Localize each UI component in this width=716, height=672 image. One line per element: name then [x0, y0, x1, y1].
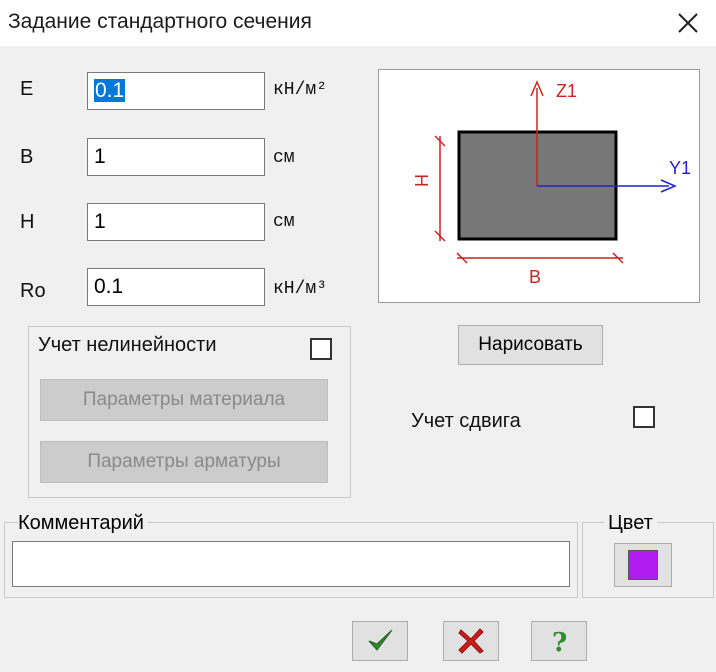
- b-input[interactable]: 1: [87, 138, 265, 176]
- checkmark-icon: [368, 629, 393, 651]
- comment-label: Комментарий: [18, 512, 148, 535]
- h-label: H: [20, 211, 35, 233]
- y-axis-label: Y1: [669, 158, 691, 178]
- reinforcement-parameters-button[interactable]: Параметры арматуры: [40, 441, 328, 483]
- e-unit: кН/м²: [273, 80, 328, 100]
- color-swatch: [628, 550, 658, 580]
- shear-checkbox[interactable]: [633, 406, 655, 428]
- ro-unit: кН/м³: [273, 279, 328, 299]
- e-label: E: [20, 78, 34, 100]
- b-label: B: [20, 146, 34, 168]
- material-parameters-button[interactable]: Параметры материала: [40, 379, 328, 421]
- section-preview: Z1 Y1 H B: [378, 69, 700, 303]
- b-value: 1: [94, 145, 106, 168]
- nonlinear-label: Учет нелинейности: [38, 334, 217, 356]
- ok-button[interactable]: [352, 621, 408, 661]
- help-button[interactable]: ?: [531, 621, 587, 661]
- comment-input[interactable]: [12, 541, 570, 587]
- h-dimension-label: H: [411, 174, 431, 187]
- window-title: Задание стандартного сечения: [8, 10, 312, 33]
- e-input[interactable]: 0.1: [87, 72, 265, 110]
- shear-label: Учет сдвига: [411, 410, 521, 432]
- h-input[interactable]: 1: [87, 203, 265, 241]
- ro-input[interactable]: 0.1: [87, 268, 265, 306]
- color-button[interactable]: [614, 543, 672, 587]
- close-icon: [678, 13, 698, 33]
- z-axis-label: Z1: [556, 81, 577, 101]
- ro-label: Ro: [20, 280, 46, 302]
- b-dimension-label: B: [529, 267, 541, 287]
- close-button[interactable]: [670, 6, 706, 40]
- section-drawing: Z1 Y1 H B: [411, 80, 691, 287]
- h-value: 1: [94, 210, 106, 233]
- red-x-icon: [458, 628, 484, 654]
- color-label: Цвет: [604, 512, 657, 535]
- svg-text:?: ?: [552, 628, 567, 656]
- draw-button[interactable]: Нарисовать: [458, 325, 603, 365]
- nonlinear-checkbox[interactable]: [310, 338, 332, 360]
- cancel-button[interactable]: [443, 621, 499, 661]
- ro-value: 0.1: [94, 275, 124, 298]
- e-value: 0.1: [94, 79, 126, 102]
- title-bar: Задание стандартного сечения: [0, 0, 716, 46]
- question-icon: ?: [552, 628, 567, 656]
- b-unit: см: [273, 148, 295, 168]
- h-unit: см: [273, 212, 295, 232]
